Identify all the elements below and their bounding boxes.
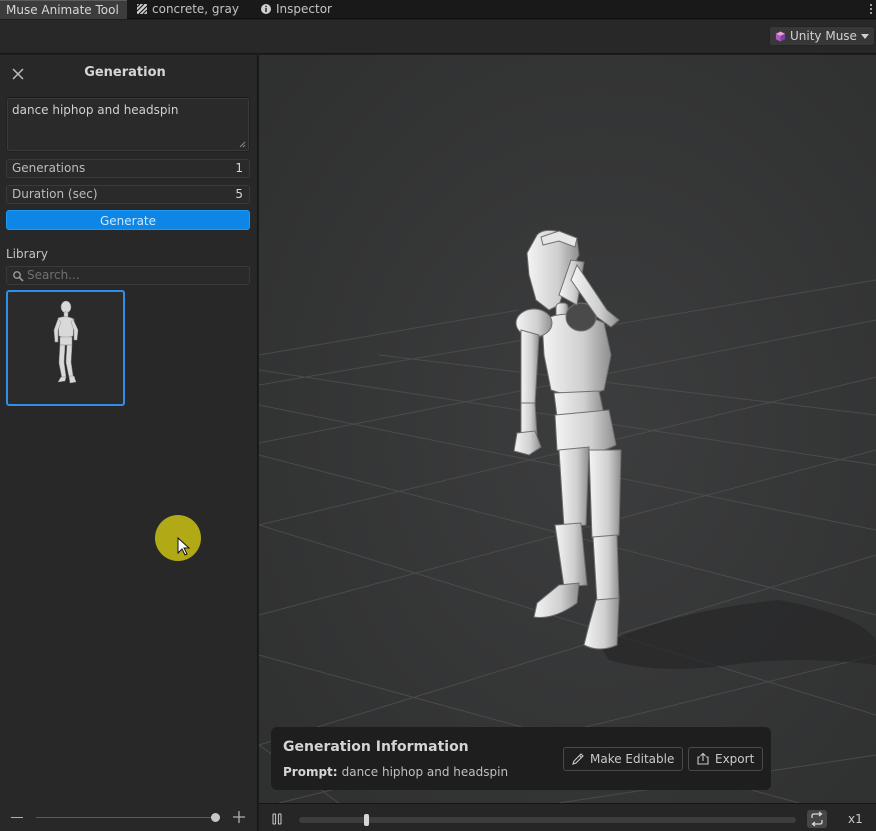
export-label: Export [715,752,755,766]
generations-label: Generations [12,161,86,175]
zoom-in-icon[interactable] [233,811,245,823]
generations-field[interactable]: Generations 1 [6,159,250,178]
library-search-input[interactable]: Search... [6,266,250,285]
timeline-playhead[interactable] [363,814,369,826]
character-thumbnail [53,300,79,384]
generate-button[interactable]: Generate [6,210,250,230]
tab-label: Inspector [276,2,332,16]
unity-muse-dropdown[interactable]: Unity Muse [769,26,875,46]
duration-value: 5 [235,187,243,201]
tab-concrete-gray[interactable]: concrete, gray [130,0,245,19]
info-prompt-label: Prompt: [283,765,338,779]
export-icon [697,752,709,765]
info-title: Generation Information [283,739,469,755]
timeline-scrubber-track[interactable] [299,817,796,823]
playback-timeline: x1 [259,803,876,831]
muse-cube-icon [775,31,786,42]
playback-speed[interactable]: x1 [848,812,863,826]
generation-info-card: Generation Information Prompt: dance hiph… [271,727,771,790]
zoom-slider-handle[interactable] [211,813,220,822]
prompt-input[interactable]: dance hiphop and headspin [6,97,250,152]
loop-icon [811,811,823,827]
panel-title: Generation [84,65,166,80]
toolbar: Unity Muse [0,20,876,54]
prompt-text: dance hiphop and headspin [12,103,179,117]
make-editable-button[interactable]: Make Editable [563,747,684,771]
duration-label: Duration (sec) [12,187,98,201]
unity-muse-label: Unity Muse [790,29,857,43]
zoom-out-icon[interactable] [11,817,23,818]
loop-toggle-button[interactable] [807,810,827,828]
search-icon [13,271,24,282]
generations-value: 1 [235,161,243,175]
resize-grip-icon[interactable] [238,140,246,148]
info-prompt: Prompt: dance hiphop and headspin [283,765,508,779]
search-placeholder: Search... [27,268,80,282]
pause-icon[interactable] [272,813,282,825]
tab-muse-animate-tool[interactable]: Muse Animate Tool [0,0,127,19]
pencil-icon [572,753,584,765]
library-item-thumbnail[interactable] [6,290,125,406]
zoom-slider-track[interactable] [36,817,216,818]
duration-field[interactable]: Duration (sec) 5 [6,185,250,204]
export-button[interactable]: Export [688,747,764,771]
tab-bar: Muse Animate Tool concrete, gray Inspect… [0,0,876,19]
tab-inspector[interactable]: Inspector [254,0,338,19]
mouse-pointer-icon [177,537,191,556]
thumbnail-size-slider [0,805,258,831]
scene-viewport[interactable]: Generation Information Prompt: dance hiph… [259,55,876,803]
tab-label: concrete, gray [152,2,239,16]
info-prompt-value: dance hiphop and headspin [341,765,509,779]
viewport-scene [259,55,876,803]
generation-panel: Generation dance hiphop and headspin Gen… [0,55,258,831]
tab-label: Muse Animate Tool [6,3,119,17]
make-editable-label: Make Editable [590,752,675,766]
library-label: Library [6,247,48,261]
info-icon [261,4,271,14]
more-options-icon[interactable] [868,2,874,16]
material-stripes-icon [136,3,148,15]
chevron-down-icon [861,34,869,39]
